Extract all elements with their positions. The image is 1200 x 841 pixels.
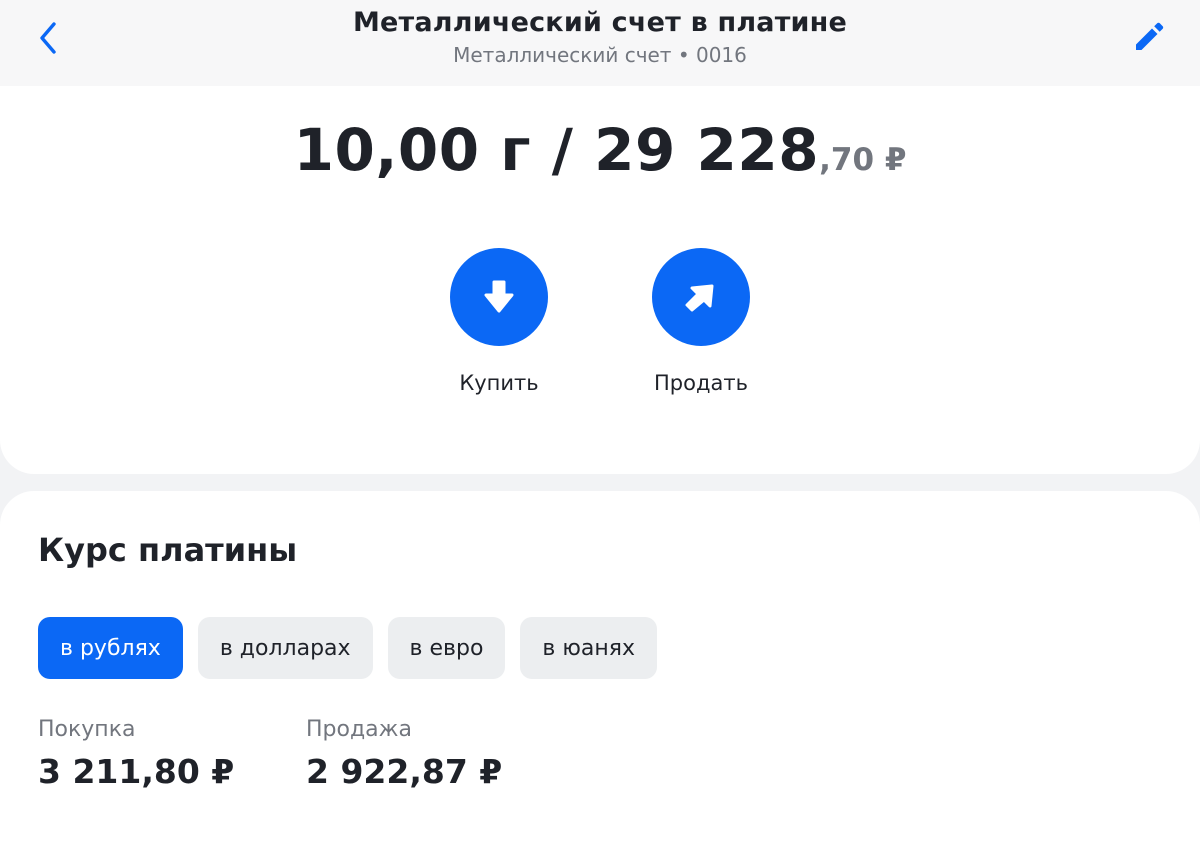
tab-dollars[interactable]: в долларах xyxy=(197,617,373,679)
page-subtitle: Металлический счет • 0016 xyxy=(453,43,747,67)
balance-card: 10,00 г / 29 228,70 ₽ Купить Продать xyxy=(0,86,1200,474)
tab-rubles[interactable]: в рублях xyxy=(38,617,183,679)
sell-rate-label: Продажа xyxy=(306,717,412,742)
sell-rate-value: 2 922,87 ₽ xyxy=(306,752,503,791)
balance-fraction: ,70 ₽ xyxy=(819,142,907,178)
sell-button[interactable]: Продать xyxy=(621,248,781,395)
sell-label: Продать xyxy=(654,371,748,395)
edit-button[interactable] xyxy=(1128,14,1172,58)
arrow-down-icon xyxy=(484,280,514,313)
tab-euro[interactable]: в евро xyxy=(387,617,506,679)
balance-main: 10,00 г / 29 228 xyxy=(293,116,820,184)
sell-circle[interactable] xyxy=(652,248,750,346)
buy-circle[interactable] xyxy=(450,248,548,346)
buy-rate: Покупка 3 211,80 ₽ xyxy=(38,717,234,791)
buy-rate-label: Покупка xyxy=(38,717,136,742)
currency-tabs: в рублях в долларах в евро в юанях xyxy=(38,617,658,679)
sell-rate: Продажа 2 922,87 ₽ xyxy=(306,717,502,791)
rates-title: Курс платины xyxy=(38,531,298,569)
buy-button[interactable]: Купить xyxy=(419,248,579,395)
header: Металлический счет в платине Металлическ… xyxy=(0,0,1200,86)
balance-amount: 10,00 г / 29 228,70 ₽ xyxy=(0,116,1200,184)
tab-yuan[interactable]: в юанях xyxy=(520,617,658,679)
buy-rate-value: 3 211,80 ₽ xyxy=(38,752,235,791)
page: Металлический счет в платине Металлическ… xyxy=(0,0,1200,841)
rates-card: Курс платины в рублях в долларах в евро … xyxy=(0,491,1200,841)
page-title: Металлический счет в платине xyxy=(352,7,848,38)
pencil-icon xyxy=(1136,22,1164,50)
buy-label: Купить xyxy=(459,371,539,395)
arrow-up-right-icon xyxy=(685,284,714,312)
